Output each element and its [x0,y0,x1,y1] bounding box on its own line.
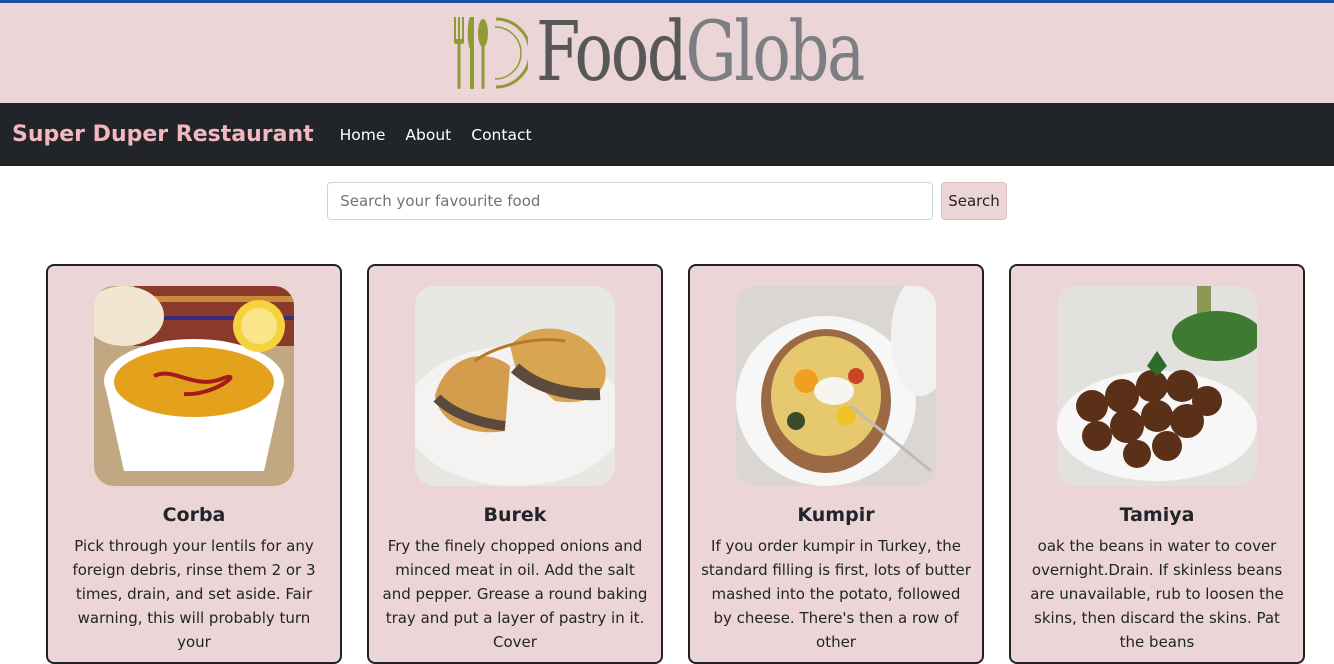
food-card-burek: Burek Fry the finely chopped onions and … [367,264,663,664]
food-card-kumpir: Kumpir If you order kumpir in Turkey, th… [688,264,984,664]
card-title: Burek [483,504,547,526]
search-button[interactable]: Search [941,182,1007,220]
food-card-list: Corba Pick through your lentils for any … [46,264,1305,664]
card-title: Tamiya [1119,504,1195,526]
card-title: Kumpir [797,504,875,526]
food-card-tamiya: Tamiya oak the beans in water to cover o… [1009,264,1305,664]
logo-banner: FoodGloba [0,3,1334,103]
stuffed-potato-image [736,286,936,486]
nav-link-home[interactable]: Home [340,126,386,144]
fork-knife-plate-icon [454,17,529,89]
search-input[interactable] [327,182,934,220]
search-bar: Search [0,182,1334,220]
falafel-image [1057,286,1257,486]
brand-link[interactable]: Super Duper Restaurant [12,122,314,147]
lentil-soup-image [94,286,294,486]
burek-pastry-image [415,286,615,486]
card-description: Pick through your lentils for any foreig… [72,537,316,651]
card-description: Fry the finely chopped onions and minced… [382,537,648,651]
logo-wordmark: FoodGloba [536,5,865,100]
card-description: oak the beans in water to cover overnigh… [1030,537,1284,651]
food-card-corba: Corba Pick through your lentils for any … [46,264,342,664]
foodgloba-logo[interactable]: FoodGloba [448,12,885,94]
nav-link-about[interactable]: About [405,126,451,144]
nav-link-contact[interactable]: Contact [471,126,531,144]
main-navbar: Super Duper Restaurant Home About Contac… [0,103,1334,166]
card-description: If you order kumpir in Turkey, the stand… [701,537,971,651]
card-title: Corba [162,504,226,526]
